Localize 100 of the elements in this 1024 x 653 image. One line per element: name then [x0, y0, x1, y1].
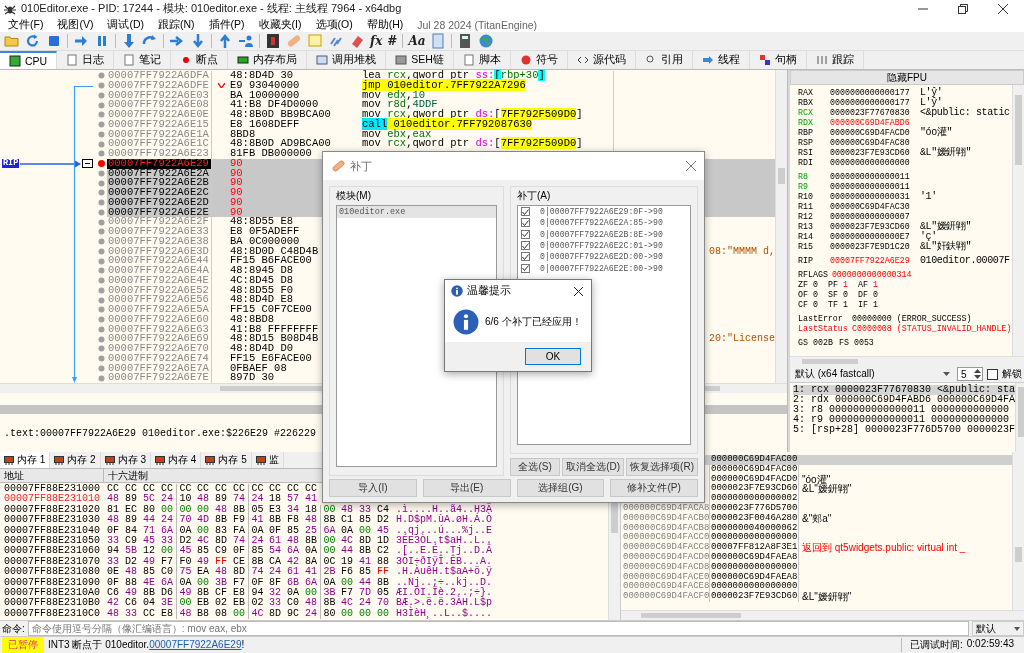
register-value[interactable]: 000000C69D4FAC30 — [830, 202, 914, 212]
tab[interactable]: 引用 — [635, 51, 693, 69]
tab[interactable]: 跟踪 — [806, 51, 864, 69]
patch-checkbox[interactable] — [521, 252, 530, 262]
flag-value[interactable]: 0 — [843, 290, 848, 300]
menu-item[interactable]: 插件(P) — [208, 17, 245, 32]
up-arrow-icon[interactable] — [217, 33, 233, 49]
stack-row[interactable]: 000000C69D4FACB8 0000000040000062 — [623, 523, 1012, 534]
tab[interactable]: 断点 — [171, 51, 229, 69]
patch-checkbox[interactable] — [521, 229, 530, 239]
register-value[interactable]: 000000C69D4FAC80 — [830, 138, 914, 148]
tab[interactable]: CPU — [0, 51, 58, 69]
breakpoint-dot[interactable] — [97, 91, 105, 99]
menu-item[interactable]: 视图(V) — [57, 17, 94, 32]
convention-dropdown[interactable]: 默认 (x64 fastcall) — [792, 367, 953, 382]
register-value[interactable]: 0000000000000031 — [830, 192, 914, 202]
square-icon[interactable] — [46, 33, 62, 49]
toolbar-label[interactable]: fx — [370, 34, 383, 48]
dialog-button[interactable]: 全选(S) — [510, 458, 561, 476]
breakpoint-dot[interactable] — [97, 72, 105, 80]
menu-item[interactable]: 文件(F) — [8, 17, 44, 32]
breakpoint-dot[interactable] — [97, 189, 105, 197]
stack-row[interactable]: 0000000000000002 — [623, 494, 1012, 504]
register-value[interactable]: 0000023F77670830 — [830, 108, 914, 118]
tab[interactable]: 调用堆栈 — [307, 51, 387, 69]
menu-item[interactable]: 跟踪(N) — [158, 17, 195, 32]
circular-arrow-icon[interactable] — [25, 33, 41, 49]
document-icon[interactable] — [430, 33, 447, 49]
right-arrow-icon[interactable] — [169, 33, 185, 49]
ok-button[interactable]: OK — [525, 348, 581, 365]
breakpoint-dot[interactable] — [97, 208, 105, 216]
close-icon[interactable] — [574, 286, 583, 296]
argument-row[interactable]: 5: [rsp+28] 0000023F776D5700 0000023F — [793, 425, 1016, 436]
spin-arrows-icon[interactable] — [974, 369, 981, 380]
tab[interactable]: 内存 2 — [50, 452, 101, 468]
restore-icon[interactable] — [958, 3, 968, 14]
breakpoint-dot[interactable] — [97, 121, 105, 129]
patch-checkbox[interactable] — [521, 207, 530, 217]
breakpoint-dot[interactable] — [97, 101, 105, 109]
right-arrow-icon[interactable] — [73, 33, 89, 49]
dialog-button[interactable]: 取消全选(D) — [562, 458, 625, 476]
stack-row[interactable]: 000000C69D4FACC8 00007FF812A8F3E1 返回到 qt5widgets.public: virtual int _ — [623, 543, 1012, 553]
breakpoint-dot[interactable] — [97, 277, 105, 285]
breakpoint-dot[interactable] — [97, 169, 105, 177]
menu-item[interactable]: 调试(D) — [107, 17, 144, 32]
breakpoint-dot[interactable] — [97, 218, 105, 226]
register-value[interactable]: 0000000000000177 — [830, 98, 914, 108]
stack-row[interactable]: 000000C69D4FACE0 000000C69D4FAEA8 — [623, 572, 1012, 583]
stack-row[interactable]: 000000C69D4FACB0 0000023F0046A280 &"郏a" — [623, 513, 1012, 524]
flag-value[interactable]: 1 — [843, 300, 848, 310]
patch-checkbox[interactable] — [521, 218, 530, 228]
tab[interactable]: 句柄 — [749, 51, 807, 69]
close-icon[interactable] — [998, 3, 1008, 14]
flag-value[interactable]: 1 — [873, 280, 878, 290]
argument-row[interactable]: 3: r8 0000000000000011 0000000000000 — [793, 405, 1016, 416]
module-item[interactable]: 010editor.exe — [337, 206, 496, 218]
hide-fpu-button[interactable]: 隐藏FPU — [790, 70, 1024, 85]
breakpoint-dot[interactable] — [97, 355, 105, 363]
breakpoint-dot[interactable] — [97, 150, 105, 158]
breakpoint-dot[interactable] — [97, 238, 105, 246]
collapse-icon[interactable] — [82, 159, 93, 169]
register-value[interactable]: 0000000000000000 — [830, 158, 914, 168]
breakpoint-dot[interactable] — [97, 130, 105, 138]
breakpoint-dot[interactable] — [97, 335, 105, 343]
breakpoint-dot[interactable] — [97, 82, 105, 90]
tab[interactable]: 内存 1 — [0, 452, 51, 468]
flag-value[interactable]: 1 — [873, 300, 878, 310]
stack-row[interactable]: 000000C69D4FACA8 0000023F776D5700 — [623, 504, 1012, 514]
flag-value[interactable]: 0 — [873, 290, 878, 300]
stack-row[interactable]: 000000C69D4FACD8 0000000000000000 — [623, 562, 1012, 573]
toolbar-label[interactable]: # — [387, 34, 398, 48]
tab[interactable]: 笔记 — [114, 51, 172, 69]
tab[interactable]: 线程 — [692, 51, 750, 69]
tab[interactable]: 日志 — [57, 51, 115, 69]
dialog-button[interactable]: 恢复选择项(R) — [626, 458, 698, 476]
flag-value[interactable]: 0 — [813, 280, 818, 290]
breakpoint-dot[interactable] — [97, 179, 105, 187]
down-arrow-icon[interactable] — [190, 33, 206, 49]
breakpoint-dot[interactable] — [97, 296, 105, 304]
dialog-button[interactable]: 导出(E) — [422, 479, 511, 497]
register-value[interactable]: 0000000000000011 — [830, 182, 914, 192]
tab[interactable]: 脚本 — [453, 51, 511, 69]
flag-value[interactable]: 0 — [813, 290, 818, 300]
register-value[interactable]: 0000000000000007 — [830, 212, 914, 222]
breakpoint-dot[interactable] — [97, 257, 105, 265]
menu-item[interactable]: 选项(O) — [315, 17, 353, 32]
flag-value[interactable]: 0053 — [853, 338, 874, 348]
breakpoint-dot[interactable] — [97, 111, 105, 119]
menu-item[interactable]: 帮助(H) — [366, 17, 404, 32]
flag-value[interactable]: 002B — [813, 338, 833, 348]
register-value[interactable]: 0000023F7E93CD60 — [830, 148, 914, 158]
patch-checkbox[interactable] — [521, 241, 530, 251]
register-value[interactable]: 000000C69D4FACD0 — [830, 128, 914, 138]
register-value[interactable]: 00000000000000E7 — [830, 232, 914, 242]
breakpoint-dot[interactable] — [97, 364, 105, 372]
dialog-button[interactable]: 导入(I) — [329, 479, 417, 497]
breakpoint-dot[interactable] — [97, 140, 105, 148]
dialog-button[interactable]: 修补文件(P) — [610, 479, 698, 497]
dark-square-icon[interactable] — [265, 33, 281, 49]
breakpoint-dot[interactable] — [97, 160, 105, 168]
